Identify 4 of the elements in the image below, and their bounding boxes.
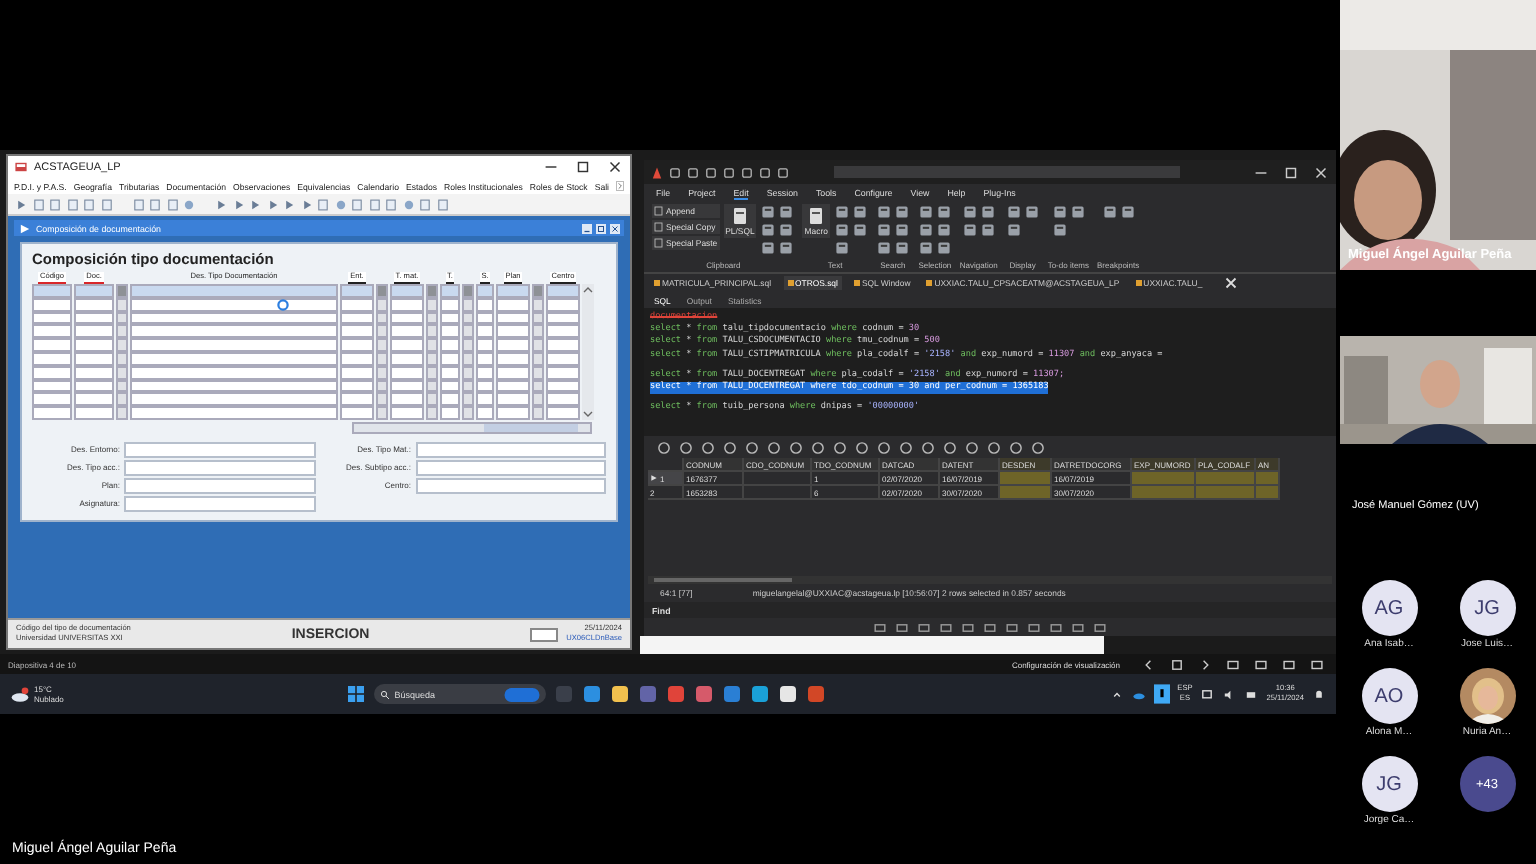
avatar[interactable]: JG (1459, 580, 1515, 636)
avatar[interactable]: AG (1361, 580, 1417, 636)
avatar[interactable]: AO (1361, 668, 1417, 724)
avatar[interactable]: JG (1361, 756, 1417, 812)
